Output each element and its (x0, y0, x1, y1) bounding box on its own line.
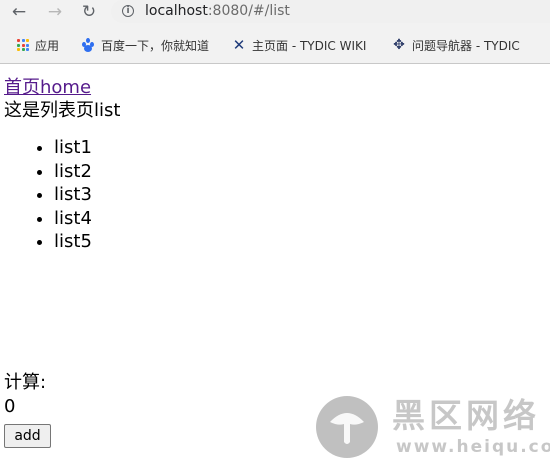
url-host: localhost (145, 3, 208, 19)
watermark-logo (316, 396, 378, 458)
back-arrow-icon[interactable]: ← (8, 2, 30, 22)
info-icon[interactable]: i (122, 5, 134, 17)
list-item: list4 (54, 207, 544, 231)
count-value: 0 (4, 396, 16, 417)
bookmarks-bar: 应用 百度一下，你就知道 ✕ 主页面 - TYDIC WIKI ✥ 问题导航器 … (0, 32, 550, 58)
list-item: list5 (54, 230, 544, 254)
watermark: 黑区网络 www.heiqu.com (316, 396, 550, 462)
address-bar[interactable]: i localhost:8080/#/list (111, 0, 550, 23)
item-list: list1 list2 list3 list4 list5 (4, 136, 544, 254)
list-item: list3 (54, 183, 544, 207)
bookmark-label: 百度一下，你就知道 (101, 38, 210, 53)
apps-grid-icon (17, 39, 29, 51)
calc-label: 计算: (4, 372, 47, 393)
browser-toolbar: ← → ↻ i localhost:8080/#/list (0, 0, 550, 25)
url-text[interactable]: localhost:8080/#/list (145, 2, 290, 20)
reload-icon[interactable]: ↻ (78, 2, 100, 22)
url-path: :8080/#/list (207, 3, 290, 19)
browser-chrome: ← → ↻ i localhost:8080/#/list 应用 百度一下，你就… (0, 0, 550, 64)
list-item: list1 (54, 136, 544, 160)
bookmark-label: 主页面 - TYDIC WIKI (252, 38, 367, 53)
wiki-x-icon: ✕ (232, 36, 246, 54)
bookmark-wiki[interactable]: ✕ 主页面 - TYDIC WIKI (232, 35, 367, 55)
forward-arrow-icon[interactable]: → (44, 2, 66, 22)
page-text: 这是列表页list (4, 100, 121, 121)
page-content: 首页home 这是列表页list list1 list2 list3 list4… (4, 76, 544, 254)
list-item: list2 (54, 160, 544, 184)
watermark-url: www.heiqu.com (396, 437, 550, 457)
home-link[interactable]: 首页home (4, 76, 544, 99)
bookmark-navigator[interactable]: ✥ 问题导航器 - TYDIC (392, 35, 520, 55)
bookmark-apps[interactable]: 应用 (17, 35, 59, 55)
bookmark-label: 应用 (35, 38, 60, 53)
add-button[interactable]: add (4, 424, 51, 448)
bookmark-label: 问题导航器 - TYDIC (412, 38, 520, 53)
navigator-icon: ✥ (393, 37, 405, 53)
bookmark-baidu[interactable]: 百度一下，你就知道 (81, 35, 209, 55)
watermark-title: 黑区网络 (392, 396, 540, 435)
baidu-paw-icon (81, 38, 95, 52)
calc-section: 计算: 0 (4, 371, 46, 419)
